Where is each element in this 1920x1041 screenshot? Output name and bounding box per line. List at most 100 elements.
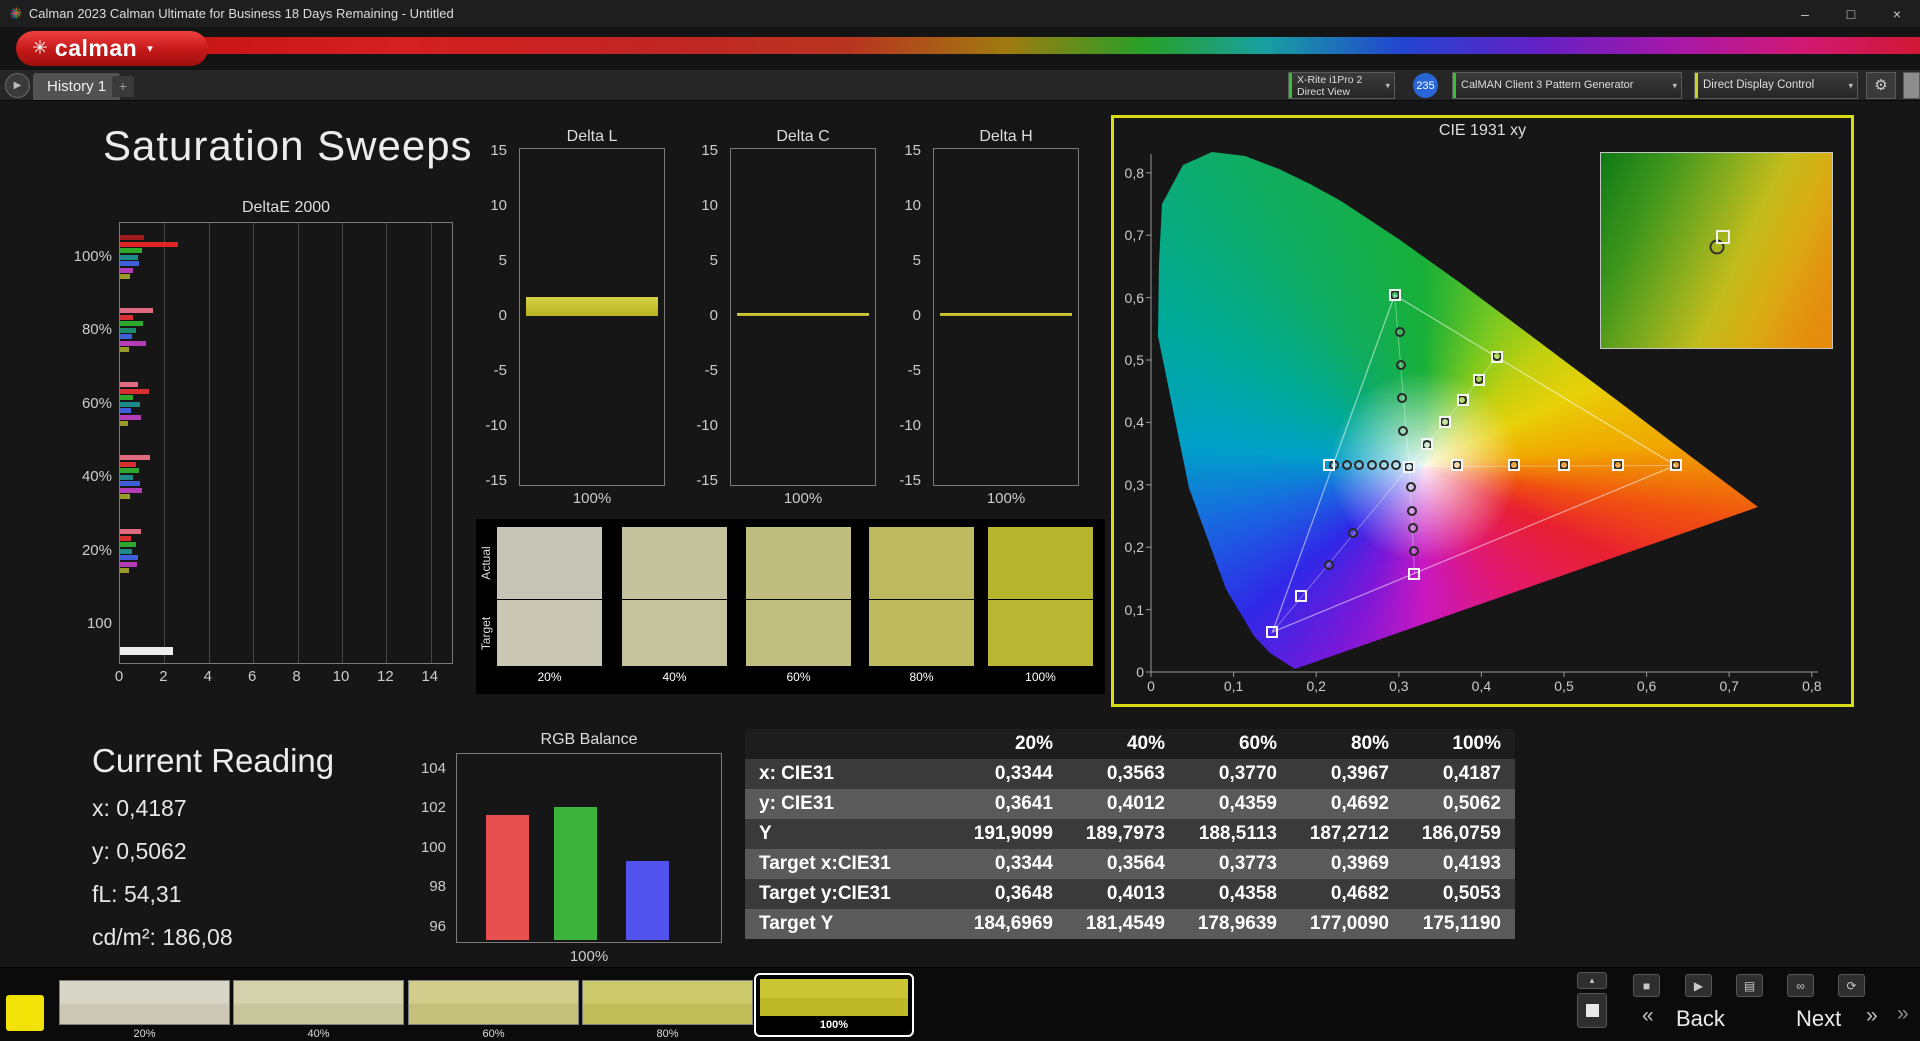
deltae-bar [120, 421, 128, 426]
deltae-bar [120, 529, 142, 534]
panel-expand-button[interactable]: ▴ [1577, 972, 1607, 989]
active-patch-color[interactable] [6, 995, 44, 1031]
table-cell: 0,4692 [1330, 793, 1389, 814]
axis-tick-label: 0 [1147, 678, 1155, 694]
deltae-bar [120, 235, 145, 240]
target-marker [1472, 373, 1485, 386]
saturation-swatch-80%[interactable] [582, 980, 753, 1025]
swatch-column: 80% [869, 519, 974, 694]
swatch-label: 40% [307, 1028, 330, 1040]
stop-button[interactable]: ■ [1633, 974, 1660, 997]
close-button[interactable]: × [1874, 0, 1920, 27]
edge-panel-button[interactable] [1903, 72, 1920, 99]
tab-history-1[interactable]: History 1 [33, 73, 121, 100]
table-cell: 0,4682 [1330, 883, 1389, 904]
axis-tick-label: 100 [86, 615, 112, 632]
axis-tick-label: -15 [485, 472, 507, 489]
axis-tick-label: 10 [490, 197, 507, 214]
pattern-window-button[interactable] [1577, 993, 1607, 1028]
table-cell: 0,3648 [994, 883, 1053, 904]
pattern-generator-dropdown[interactable]: CalMAN Client 3 Pattern Generator ▾ [1452, 72, 1682, 99]
table-cell: 0,4358 [1218, 883, 1277, 904]
table-cell: 0,3967 [1330, 763, 1389, 784]
rainbow-strip [195, 37, 1920, 54]
axis-tick-label: 10 [701, 197, 718, 214]
measurement-marker [1397, 426, 1408, 437]
table-row-label: Target Y [759, 913, 834, 934]
deltae-chart-plot [119, 222, 453, 664]
saturation-swatch-100-selected[interactable]: 100% [754, 973, 914, 1037]
delta-bar [526, 297, 658, 316]
minimize-button[interactable]: – [1782, 0, 1828, 27]
saturation-swatch-60%[interactable] [408, 980, 579, 1025]
table-cell: 191,9099 [973, 823, 1053, 844]
back-button[interactable]: Back [1676, 1006, 1725, 1032]
link-button[interactable]: ∞ [1787, 974, 1814, 997]
deltae-chart-title: DeltaE 2000 [241, 199, 331, 216]
pattern-status-accent [1453, 73, 1456, 98]
axis-tick-label: 20% [81, 542, 112, 559]
next-button[interactable]: Next [1796, 1006, 1841, 1032]
saturation-swatch-40%[interactable] [233, 980, 404, 1025]
measurement-marker [1407, 506, 1418, 516]
edge-chevron-icon[interactable]: » [1897, 1002, 1909, 1026]
table-cell: 0,3563 [1106, 763, 1165, 784]
axis-tick-label: 0,1 [1223, 678, 1244, 694]
settings-button[interactable]: ⚙ [1866, 72, 1896, 99]
rgb-balance-bar [626, 860, 669, 940]
maximize-button[interactable]: □ [1828, 0, 1874, 27]
refresh-button[interactable]: ⟳ [1838, 974, 1865, 997]
delta-l-xlabel: 100% [572, 490, 612, 507]
axis-tick-label: -10 [696, 417, 718, 434]
target-marker [1450, 459, 1463, 472]
axis-tick-label: 0,5 [1554, 678, 1574, 694]
deltae-bar [120, 487, 143, 493]
page-title: Saturation Sweeps [103, 122, 473, 169]
axis-tick-label: 0,3 [1389, 678, 1409, 694]
table-cell: 178,9639 [1197, 913, 1277, 934]
target-swatch [746, 600, 851, 666]
save-button[interactable]: ▤ [1736, 974, 1763, 997]
target-marker [1439, 415, 1452, 428]
deltae-bar [120, 314, 134, 320]
deltae-bar [120, 455, 150, 460]
deltae-bar [120, 241, 178, 247]
measurement-marker [1407, 522, 1418, 533]
measurement-marker [1408, 545, 1419, 556]
layout-nav-button[interactable]: ▶ [5, 73, 30, 98]
axis-tick-label: -15 [696, 472, 718, 489]
axis-tick-label: -5 [907, 362, 921, 379]
target-marker [1388, 289, 1401, 302]
axis-tick-label: 102 [420, 799, 446, 817]
current-reading-title: Current Reading [92, 742, 335, 779]
table-header-row: 20% 40% 60% 80% 100% [745, 729, 1515, 759]
current-reading-fl: fL: 54,31 [92, 881, 182, 907]
calman-logo-menu[interactable]: ✳ calman ▾ [16, 31, 208, 66]
swatch-label: 20% [537, 670, 562, 684]
table-cell: 0,3344 [994, 853, 1053, 874]
axis-tick-label: 0,2 [1306, 678, 1326, 694]
table-row: Target Y 184,6969 181,4549 178,9639 177,0090… [745, 909, 1515, 939]
measurement-marker [1391, 459, 1402, 470]
target-marker [1323, 458, 1336, 471]
swatch-label: 100% [819, 1019, 849, 1031]
axis-tick-label: 0,7 [1719, 678, 1739, 694]
deltae-bar [120, 340, 146, 346]
play-button[interactable]: ▶ [1685, 974, 1712, 997]
table-cell: 0,3564 [1106, 853, 1165, 874]
table-row-label: Y [759, 823, 772, 844]
meter-count-badge[interactable]: 235 [1413, 73, 1438, 98]
chevron-down-icon: ▾ [147, 43, 153, 55]
gridline [253, 223, 255, 663]
meter-dropdown[interactable]: X-Rite i1Pro 2 Direct View ▾ [1288, 72, 1395, 99]
gridline [297, 223, 299, 663]
target-marker [1295, 590, 1308, 603]
deltae-bar [120, 474, 134, 480]
deltae-bar [120, 261, 139, 266]
current-reading-cdm2: cd/m²: 186,08 [92, 924, 233, 950]
swatch-label: 40% [662, 670, 687, 684]
saturation-swatch-20%[interactable] [59, 980, 230, 1025]
table-cell: 175,1190 [1422, 913, 1501, 934]
display-control-dropdown[interactable]: Direct Display Control ▾ [1694, 72, 1858, 99]
add-tab-button[interactable]: + [112, 76, 134, 97]
